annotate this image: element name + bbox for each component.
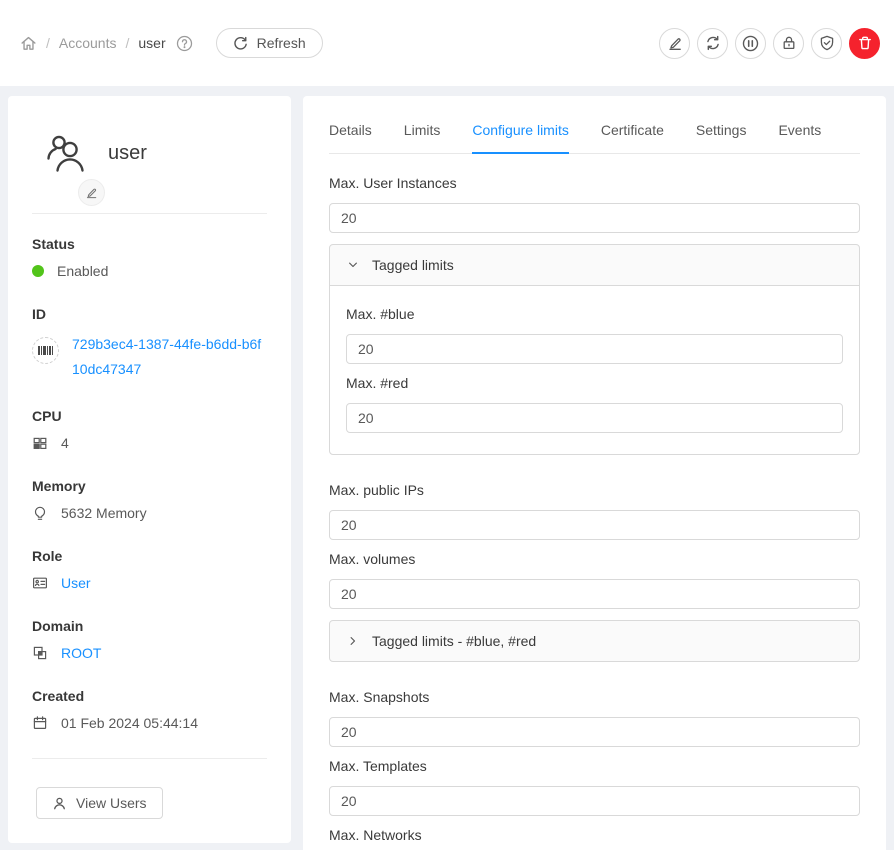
created-value-row: 01 Feb 2024 05:44:14 [32,714,267,732]
max-user-instances-input[interactable] [329,203,860,233]
tagged-limits-collapsed-panel-header[interactable]: Tagged limits - #blue, #red [330,621,859,661]
idcard-icon [32,575,48,591]
status-badge: Enabled [57,262,108,280]
refresh-button[interactable]: Refresh [216,28,323,58]
refresh-button-label: Refresh [257,35,306,51]
bulb-icon [32,505,48,521]
lock-icon [781,35,797,51]
question-circle-icon[interactable] [176,35,193,52]
tab-certificate[interactable]: Certificate [601,122,664,153]
team-icon [44,132,88,174]
tab-settings[interactable]: Settings [696,122,747,153]
pause-circle-icon [742,35,759,52]
max-templates-input[interactable] [329,786,860,816]
edit-icon [667,35,683,51]
block-icon [32,645,48,661]
edit-button[interactable] [659,28,690,59]
sync-icon [705,35,721,51]
domain-value-row: ROOT [32,644,267,662]
barcode-icon [32,337,59,364]
max-snapshots-label: Max. Snapshots [329,689,860,705]
tab-events[interactable]: Events [778,122,821,153]
max-snapshots-input[interactable] [329,717,860,747]
tagged-limits-collapsed-panel-title: Tagged limits - #blue, #red [372,633,536,649]
lock-account-button[interactable] [773,28,804,59]
max-user-instances-label: Max. User Instances [329,175,860,191]
breadcrumb-current: user [138,35,165,51]
breadcrumb: / Accounts / user Refresh [20,28,323,58]
safety-certificate-icon [819,35,835,51]
calendar-icon [32,715,48,731]
max-blue-input[interactable] [346,334,843,364]
max-red-label: Max. #red [346,375,843,391]
page-header: / Accounts / user Refresh [0,0,894,86]
tab-configure-limits[interactable]: Configure limits [472,122,568,154]
role-link[interactable]: User [61,574,91,592]
breadcrumb-separator: / [46,35,50,51]
status-value-row: Enabled [32,262,267,280]
chevron-down-icon [347,259,359,271]
tab-details[interactable]: Details [329,122,372,153]
status-label: Status [32,236,267,252]
max-public-ips-input[interactable] [329,510,860,540]
max-red-input[interactable] [346,403,843,433]
account-detail-panel: Details Limits Configure limits Certific… [303,96,886,850]
delete-account-button[interactable] [849,28,880,59]
breadcrumb-separator: / [125,35,129,51]
id-label: ID [32,306,267,322]
account-name: user [108,142,147,165]
created-label: Created [32,688,267,704]
content-area: user Status Enabled ID 729b3ec4-1387-44f… [0,86,894,850]
trash-icon [857,35,873,51]
cpu-value-row: 4 [32,434,267,452]
memory-label: Memory [32,478,267,494]
refresh-account-button[interactable] [697,28,728,59]
view-users-button[interactable]: View Users [36,787,163,819]
cpu-value: 4 [61,434,69,452]
domain-link[interactable]: ROOT [61,644,101,662]
divider [32,758,267,759]
memory-value-row: 5632 Memory [32,504,267,522]
max-public-ips-label: Max. public IPs [329,482,860,498]
edit-name-button[interactable] [78,179,105,206]
memory-value: 5632 Memory [61,504,147,522]
user-icon [52,796,67,811]
id-value-row: 729b3ec4-1387-44fe-b6dd-b6f10dc47347 [32,332,267,382]
account-header: user [44,132,267,174]
max-templates-label: Max. Templates [329,758,860,774]
reload-icon [233,36,248,51]
max-volumes-input[interactable] [329,579,860,609]
created-value: 01 Feb 2024 05:44:14 [61,714,198,732]
certificate-button[interactable] [811,28,842,59]
home-icon[interactable] [20,35,37,52]
tagged-limits-panel-body: Max. #blue Max. #red [330,285,859,454]
tab-limits[interactable]: Limits [404,122,441,153]
status-dot-icon [32,265,44,277]
pencil-icon [85,186,98,199]
role-label: Role [32,548,267,564]
account-info-card: user Status Enabled ID 729b3ec4-1387-44f… [8,96,291,843]
disable-account-button[interactable] [735,28,766,59]
max-networks-label: Max. Networks [329,827,860,843]
tagged-limits-panel: Tagged limits Max. #blue Max. #red [329,244,860,455]
view-users-button-label: View Users [76,795,147,811]
tagged-limits-collapsed-panel: Tagged limits - #blue, #red [329,620,860,662]
cpu-label: CPU [32,408,267,424]
header-actions [659,28,886,59]
role-value-row: User [32,574,267,592]
tagged-limits-panel-title: Tagged limits [372,257,454,273]
chevron-right-icon [347,635,359,647]
tagged-limits-panel-header[interactable]: Tagged limits [330,245,859,285]
tab-bar: Details Limits Configure limits Certific… [329,96,860,154]
domain-label: Domain [32,618,267,634]
appstore-icon [32,435,48,451]
divider [32,213,267,214]
max-blue-label: Max. #blue [346,306,843,322]
breadcrumb-accounts-link[interactable]: Accounts [59,35,117,51]
account-id-link[interactable]: 729b3ec4-1387-44fe-b6dd-b6f10dc47347 [72,332,267,382]
configure-limits-form: Max. User Instances Tagged limits Max. #… [303,154,886,850]
max-volumes-label: Max. volumes [329,551,860,567]
